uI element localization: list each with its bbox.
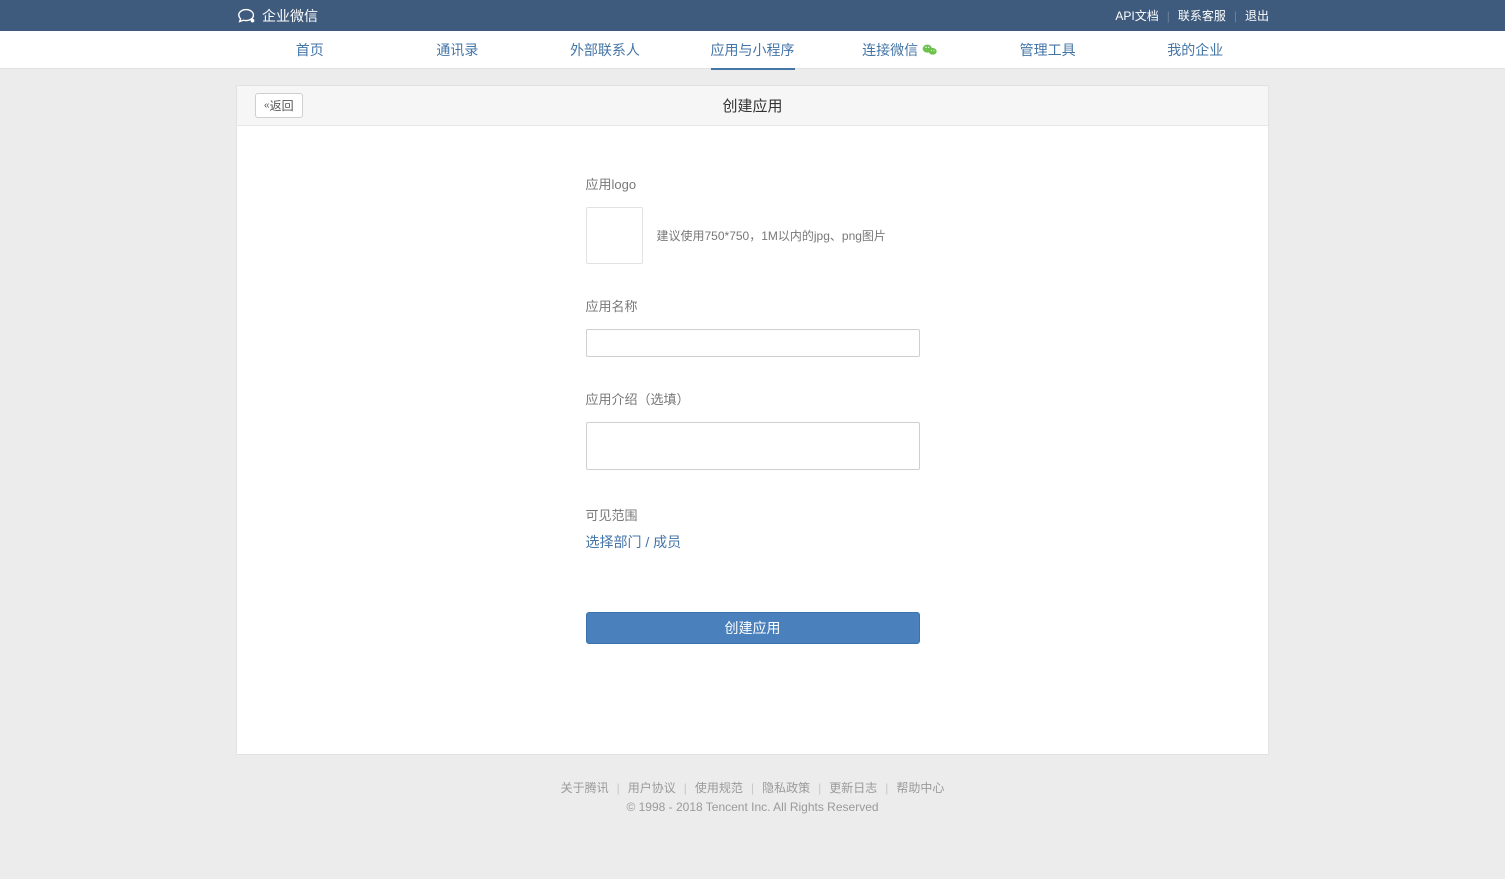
separator: |: [818, 781, 821, 795]
topbar-link-support[interactable]: 联系客服: [1178, 7, 1226, 24]
separator: |: [1167, 9, 1170, 23]
nav-item-label: 通讯录: [436, 40, 478, 60]
footer-link-2[interactable]: 使用规范: [695, 781, 743, 795]
nav-item-label: 连接微信: [862, 40, 918, 60]
nav-item-2[interactable]: 外部联系人: [531, 31, 679, 69]
app-name-label: 应用名称: [586, 296, 920, 315]
nav-item-label: 管理工具: [1020, 40, 1076, 60]
app-desc-input[interactable]: [586, 422, 920, 470]
topbar-link-logout[interactable]: 退出: [1245, 7, 1269, 24]
logo-label: 应用logo: [586, 174, 920, 193]
topbar-link-api[interactable]: API文档: [1115, 7, 1158, 24]
nav-item-6[interactable]: 我的企业: [1121, 31, 1269, 69]
footer-link-4[interactable]: 更新日志: [829, 781, 877, 795]
nav-item-3[interactable]: 应用与小程序: [679, 31, 827, 69]
nav-item-label: 我的企业: [1167, 40, 1223, 60]
page-title: 创建应用: [722, 95, 782, 116]
separator: |: [1234, 9, 1237, 23]
chevron-left-icon: «: [264, 100, 267, 111]
nav-item-0[interactable]: 首页: [236, 31, 384, 69]
brand-logo[interactable]: 企业微信: [236, 5, 318, 27]
back-label: 返回: [270, 97, 294, 114]
chat-bubble-icon: [236, 5, 258, 27]
nav-item-label: 首页: [296, 40, 324, 60]
logo-uploader[interactable]: [586, 207, 643, 264]
app-name-input[interactable]: [586, 329, 920, 357]
scope-label: 可见范围: [586, 505, 920, 524]
separator: |: [751, 781, 754, 795]
create-app-button[interactable]: 创建应用: [586, 612, 920, 644]
separator: |: [684, 781, 687, 795]
select-scope-link[interactable]: 选择部门 / 成员: [586, 534, 682, 550]
separator: |: [885, 781, 888, 795]
back-button[interactable]: « 返回: [255, 93, 303, 118]
nav-item-5[interactable]: 管理工具: [974, 31, 1122, 69]
footer-link-0[interactable]: 关于腾讯: [561, 781, 609, 795]
footer-link-1[interactable]: 用户协议: [628, 781, 676, 795]
nav-item-label: 应用与小程序: [711, 40, 795, 60]
copyright: © 1998 - 2018 Tencent Inc. All Rights Re…: [236, 800, 1269, 814]
nav-item-label: 外部联系人: [570, 40, 640, 60]
logo-hint: 建议使用750*750，1M以内的jpg、png图片: [657, 227, 886, 244]
nav-item-1[interactable]: 通讯录: [384, 31, 532, 69]
wechat-icon: [922, 42, 938, 58]
topbar-right: API文档 | 联系客服 | 退出: [1115, 7, 1269, 24]
footer-link-3[interactable]: 隐私政策: [762, 781, 810, 795]
app-desc-label: 应用介绍（选填）: [586, 389, 920, 408]
separator: |: [617, 781, 620, 795]
brand-name: 企业微信: [262, 6, 318, 26]
nav-item-4[interactable]: 连接微信: [826, 31, 974, 69]
footer-link-5[interactable]: 帮助中心: [896, 781, 944, 795]
